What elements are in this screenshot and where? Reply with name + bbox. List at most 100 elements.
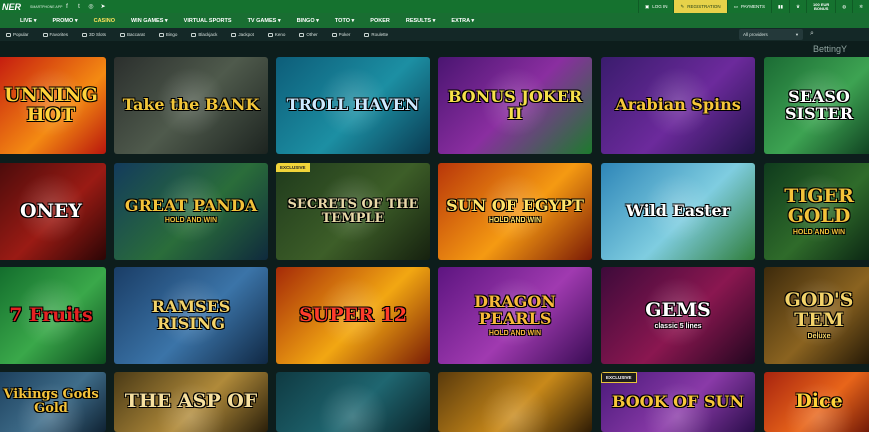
filter-3[interactable]: Baccarat — [120, 32, 145, 37]
game-tile[interactable]: BONUS JOKER II — [438, 57, 592, 154]
filter-icon — [299, 32, 305, 37]
filter-icon — [364, 32, 370, 37]
game-title: Vikings Gods Gold — [3, 387, 99, 416]
telegram-icon[interactable]: ➤ — [100, 4, 106, 10]
trophy-button[interactable]: ♛ — [789, 0, 806, 13]
nav-item-8[interactable]: POKER — [370, 18, 390, 24]
game-tile[interactable]: SUN OF EGYPT HOLD AND WIN — [438, 163, 592, 260]
game-tile[interactable] — [438, 372, 592, 432]
filter-label: Jackpot — [238, 32, 254, 37]
game-tile[interactable]: TROLL HAVEN — [276, 57, 430, 154]
game-tile[interactable]: Take the BANK — [114, 57, 268, 154]
gear-icon: ✲ — [859, 3, 863, 9]
nav-item-7[interactable]: TOTO ▾ — [335, 18, 354, 24]
exclusive-badge: EXCLUSIVE — [601, 372, 637, 383]
game-tile[interactable]: EXCLUSIVE SECRETS OF THE TEMPLE — [276, 163, 430, 260]
filter-6[interactable]: Jackpot — [231, 32, 254, 37]
instagram-icon[interactable]: ◎ — [88, 4, 94, 10]
game-tile[interactable]: GEMS classic 5 lines — [601, 267, 755, 364]
game-tile[interactable]: GOD'S TEM Deluxe — [764, 267, 869, 364]
nav-item-10[interactable]: EXTRA ▾ — [451, 18, 474, 24]
game-title: BONUS JOKER II — [447, 86, 583, 123]
filter-label: 3D Slots — [89, 32, 107, 37]
stats-button[interactable]: ▮▮ — [771, 0, 789, 13]
game-subtitle: classic 5 lines — [654, 322, 702, 330]
nav-item-9[interactable]: RESULTS ▾ — [406, 18, 436, 24]
game-title: GOD'S TEM — [784, 288, 854, 331]
game-tile[interactable]: SEASO SISTER — [764, 57, 869, 154]
bonus-banner[interactable]: 100 EUR BONUS — [806, 0, 835, 13]
filter-7[interactable]: Keno — [267, 32, 286, 37]
game-title: Take the BANK — [122, 95, 260, 115]
login-button[interactable]: ▣ LOG IN — [637, 0, 674, 13]
filter-1[interactable]: Favorites — [42, 32, 68, 37]
login-icon: ▣ — [644, 3, 650, 9]
filter-9[interactable]: Poker — [331, 32, 350, 37]
filter-icon — [158, 32, 164, 37]
nav-item-1[interactable]: PROMO ▾ — [53, 18, 78, 24]
game-tile[interactable]: ONEY — [0, 163, 106, 260]
game-tile[interactable]: 7 Fruits — [0, 267, 106, 364]
search-icon[interactable]: ⌕ — [810, 30, 814, 38]
filter-5[interactable]: Blackjack — [191, 32, 217, 37]
filter-label: Baccarat — [127, 32, 145, 37]
game-title: SUPER 12 — [299, 303, 407, 326]
payments-label: PAYMENTS — [740, 4, 766, 9]
filter-icon — [267, 32, 273, 37]
game-tile[interactable]: Wild Easter — [601, 163, 755, 260]
filter-0[interactable]: Popular — [6, 32, 29, 37]
filter-icon — [331, 32, 337, 37]
nav-item-3[interactable]: WIN GAMES ▾ — [131, 18, 168, 24]
trophy-icon: ♛ — [796, 3, 801, 9]
game-subtitle: Deluxe — [807, 332, 831, 340]
smartphone-app-link[interactable]: SMARTPHONE APP — [30, 5, 64, 9]
settings-button[interactable]: ✲ — [852, 0, 869, 13]
game-tile[interactable]: DRAGON PEARLS HOLD AND WIN — [438, 267, 592, 364]
game-title: BOOK OF SUN — [611, 391, 745, 411]
top-bar: NER SMARTPHONE APP f t ◎ ➤ ▣ LOG IN ✎ RE… — [0, 0, 869, 13]
registration-label: REGISTRATION — [687, 4, 721, 9]
filter-2[interactable]: 3D Slots — [82, 32, 106, 37]
game-subtitle: HOLD AND WIN — [792, 228, 846, 236]
twitter-icon[interactable]: t — [76, 4, 82, 10]
filter-8[interactable]: Other — [299, 32, 318, 37]
watermark: BettingY — [813, 44, 848, 54]
game-tile[interactable] — [276, 372, 430, 432]
game-title: Arabian Spins — [615, 95, 741, 115]
filter-10[interactable]: Roulette — [364, 32, 388, 37]
filter-4[interactable]: Bingo — [158, 32, 178, 37]
game-title: ONEY — [20, 199, 82, 222]
info-button[interactable]: ◍ — [835, 0, 852, 13]
game-title: TROLL HAVEN — [286, 95, 420, 115]
filter-label: Popular — [13, 32, 29, 37]
filter-label: Keno — [274, 32, 286, 37]
payments-button[interactable]: ▭ PAYMENTS — [726, 0, 771, 13]
filter-icon — [191, 32, 197, 37]
game-tile[interactable]: THE ASP OF — [114, 372, 268, 432]
game-tile[interactable]: GREAT PANDA HOLD AND WIN — [114, 163, 268, 260]
game-subtitle: HOLD AND WIN — [488, 329, 542, 337]
filter-label: Bingo — [165, 32, 178, 37]
game-tile[interactable]: UNNING HOT — [0, 57, 106, 154]
game-title: TIGER GOLD — [784, 184, 854, 227]
nav-item-2[interactable]: CASINO — [94, 18, 115, 24]
filter-label: Blackjack — [198, 32, 218, 37]
game-tile[interactable]: RAMSES RISING — [114, 267, 268, 364]
game-tile[interactable]: EXCLUSIVE BOOK OF SUN — [601, 372, 755, 432]
facebook-icon[interactable]: f — [64, 4, 70, 10]
nav-item-5[interactable]: TV GAMES ▾ — [248, 18, 281, 24]
site-logo[interactable]: NER — [0, 2, 30, 12]
providers-select[interactable]: All providers ▼ — [739, 29, 803, 40]
game-tile[interactable]: Vikings Gods Gold — [0, 372, 106, 432]
nav-item-6[interactable]: BINGO ▾ — [297, 18, 319, 24]
game-tile[interactable]: Dice — [764, 372, 869, 432]
nav-item-0[interactable]: LIVE ▾ — [20, 18, 37, 24]
category-filter-bar: Popular Favorites 3D Slots Baccarat Bingo Bla… — [0, 28, 869, 41]
game-tile[interactable]: SUPER 12 — [276, 267, 430, 364]
exclusive-badge: EXCLUSIVE — [276, 163, 310, 172]
game-tile[interactable]: Arabian Spins — [601, 57, 755, 154]
game-title: RAMSES RISING — [151, 296, 231, 333]
game-tile[interactable]: TIGER GOLD HOLD AND WIN — [764, 163, 869, 260]
nav-item-4[interactable]: VIRTUAL SPORTS — [184, 18, 232, 24]
registration-button[interactable]: ✎ REGISTRATION — [673, 0, 727, 13]
